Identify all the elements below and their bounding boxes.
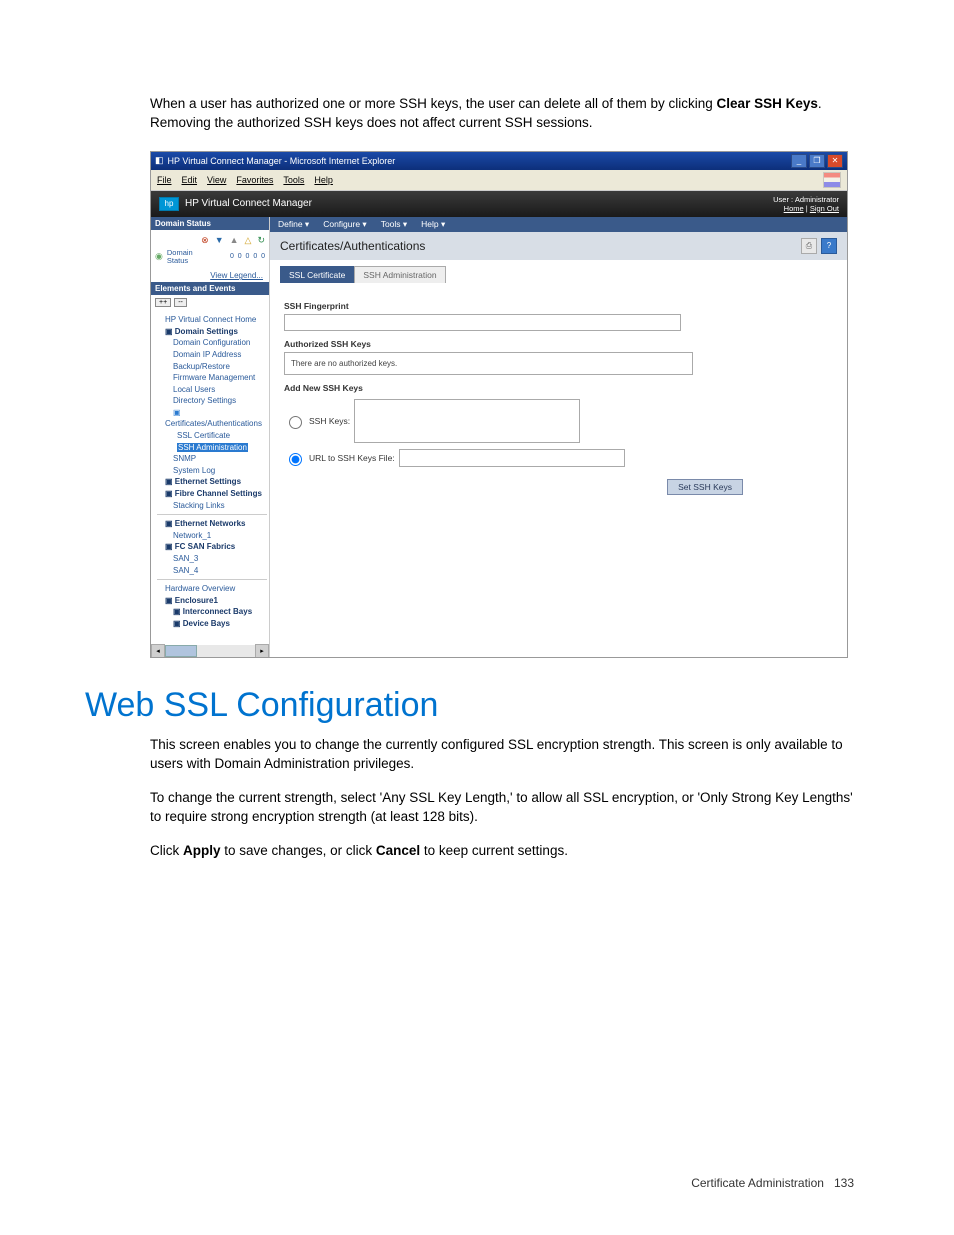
alert-filter-icon: ▼ [215,235,224,246]
nav-san4[interactable]: SAN_4 [157,565,267,577]
nav-directory[interactable]: Directory Settings [157,395,267,407]
windows-flag-icon [823,172,841,188]
home-link[interactable]: Home [784,204,804,213]
collapse-all-button[interactable]: -- [174,298,187,307]
maximize-button[interactable]: ❐ [809,154,825,168]
nav-domain-ip[interactable]: Domain IP Address [157,349,267,361]
radio-ssh-keys[interactable] [289,416,302,429]
nav-interconnect[interactable]: ▣ Interconnect Bays [157,606,267,618]
scroll-thumb[interactable] [165,645,197,657]
nav-tree: HP Virtual Connect Home ▣ Domain Setting… [151,310,269,645]
ie-menubar: File Edit View Favorites Tools Help [151,170,847,191]
alert-warn-icon: △ [245,235,252,246]
page-title: Certificates/Authentications [280,239,425,253]
nav-ssl-cert[interactable]: SSL Certificate [157,430,267,442]
url-keys-input[interactable] [399,449,625,467]
elements-head: Elements and Events [151,282,269,295]
label-add-new: Add New SSH Keys [284,383,833,393]
nav-hp-home[interactable]: HP Virtual Connect Home [157,314,267,326]
nav-fcsan[interactable]: ▣ FC SAN Fabrics [157,541,267,553]
label-ssh-fingerprint: SSH Fingerprint [284,301,833,311]
nav-enclosure[interactable]: ▣ Enclosure1 [157,595,267,607]
ie-icon: ◧ [155,155,164,166]
menu-edit[interactable]: Edit [182,175,198,185]
nav-stacking[interactable]: Stacking Links [157,500,267,512]
ssh-fingerprint-field [284,314,681,331]
label-url-radio: URL to SSH Keys File: [309,453,395,463]
nav-eth-networks[interactable]: ▣ Ethernet Networks [157,518,267,530]
close-button[interactable]: ✕ [827,154,843,168]
nav-fc-settings[interactable]: ▣ Fibre Channel Settings [157,488,267,500]
label-ssh-keys-radio: SSH Keys: [309,416,350,426]
minimize-button[interactable]: _ [791,154,807,168]
window-titlebar: ◧ HP Virtual Connect Manager - Microsoft… [151,152,847,170]
menu-tools[interactable]: Tools [283,175,304,185]
menu-view[interactable]: View [207,175,226,185]
nav-cert-auth[interactable]: Certificates/Authentications [157,418,267,430]
sidebar: Domain Status ⊗ ▼ ▲ △ ↻ ◉ Domain Status [151,217,270,657]
nav-snmp[interactable]: SNMP [157,453,267,465]
set-ssh-keys-button[interactable]: Set SSH Keys [667,479,743,495]
authorized-keys-box: There are no authorized keys. [284,352,693,375]
signout-link[interactable]: Sign Out [810,204,839,213]
scroll-right-icon[interactable]: ▸ [255,644,269,657]
nav-domain-config[interactable]: Domain Configuration [157,337,267,349]
print-icon[interactable]: ⎙ [801,238,817,254]
menu-file[interactable]: File [157,175,172,185]
alert-info-icon: ▲ [230,235,239,246]
app-header: hp HP Virtual Connect Manager User : Adm… [151,191,847,217]
page-footer: Certificate Administration 133 [691,1176,854,1190]
app-brand: HP Virtual Connect Manager [185,198,312,209]
nav-network1[interactable]: Network_1 [157,530,267,542]
scroll-left-icon[interactable]: ◂ [151,644,165,657]
nav-eth-settings[interactable]: ▣ Ethernet Settings [157,476,267,488]
app-screenshot: ◧ HP Virtual Connect Manager - Microsoft… [150,151,848,658]
nav-domain-settings[interactable]: ▣ Domain Settings [157,326,267,338]
nav-icon-placeholder: ▣ [157,407,267,419]
intro-paragraph: When a user has authorized one or more S… [150,94,854,133]
para-1: This screen enables you to change the cu… [150,735,854,774]
alert-error-icon: ⊗ [201,235,209,246]
user-label: User : Administrator [773,195,839,204]
menu-help[interactable]: Help [314,175,333,185]
tab-ssl-certificate[interactable]: SSL Certificate [280,266,354,283]
nav-ssh-admin[interactable]: SSH Administration [177,443,248,452]
sidebar-hscrollbar[interactable]: ◂ ▸ [151,645,269,657]
tab-ssh-administration[interactable]: SSH Administration [354,266,445,283]
menu-configure[interactable]: Configure ▾ [323,219,366,230]
nav-hw-overview[interactable]: Hardware Overview [157,583,267,595]
status-led-icon: ◉ [155,251,163,262]
view-legend-link[interactable]: View Legend... [151,269,269,282]
help-icon[interactable]: ? [821,238,837,254]
domain-status-head: Domain Status [151,217,269,230]
nav-local-users[interactable]: Local Users [157,384,267,396]
hp-logo-icon: hp [159,197,179,211]
para-3: Click Apply to save changes, or click Ca… [150,841,854,861]
nav-firmware[interactable]: Firmware Management [157,372,267,384]
section-heading: Web SSL Configuration [85,686,854,725]
radio-url-keys[interactable] [289,453,302,466]
nav-syslog[interactable]: System Log [157,465,267,477]
nav-san3[interactable]: SAN_3 [157,553,267,565]
para-2: To change the current strength, select '… [150,788,854,827]
menu-favorites[interactable]: Favorites [236,175,273,185]
menu-help-app[interactable]: Help ▾ [421,219,445,230]
expand-all-button[interactable]: ++ [155,298,171,307]
window-title: HP Virtual Connect Manager - Microsoft I… [168,156,396,166]
ssh-keys-textarea[interactable] [354,399,580,443]
top-menu: Define ▾ Configure ▾ Tools ▾ Help ▾ [270,217,847,232]
menu-tools-app[interactable]: Tools ▾ [381,219,407,230]
label-authorized-keys: Authorized SSH Keys [284,339,833,349]
nav-backup[interactable]: Backup/Restore [157,361,267,373]
status-panel: ⊗ ▼ ▲ △ ↻ ◉ Domain Status 0 0 0 0 0 [151,230,269,270]
alert-refresh-icon: ↻ [257,235,265,246]
nav-device-bays[interactable]: ▣ Device Bays [157,618,267,630]
menu-define[interactable]: Define ▾ [278,219,309,230]
